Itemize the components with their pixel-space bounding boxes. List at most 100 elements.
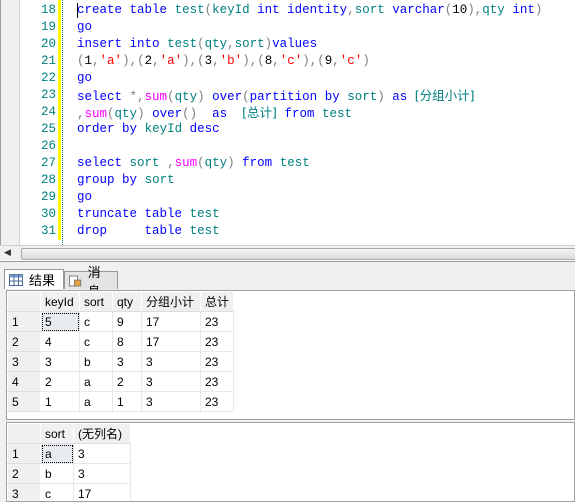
column-header[interactable]: (无列名) [74, 424, 131, 444]
code-token: table [145, 224, 183, 238]
table-cell[interactable]: c [41, 484, 74, 502]
table-cell[interactable]: 5 [41, 312, 80, 332]
code-text: select sort ,sum(qty) from test [77, 155, 310, 172]
table-cell[interactable]: 3 [74, 464, 131, 484]
column-header[interactable] [8, 424, 41, 444]
table-row[interactable]: 15c91723 [8, 312, 234, 332]
tab-results[interactable]: 结果 [4, 269, 64, 289]
table-cell[interactable]: 23 [201, 392, 234, 412]
line-number: 28 [21, 172, 56, 189]
code-token [227, 107, 242, 121]
table-cell[interactable]: 3 [41, 352, 80, 372]
code-token [160, 37, 168, 51]
code-token: into [130, 37, 160, 51]
code-token: *, [130, 90, 145, 104]
code-token: go [77, 20, 92, 34]
table-cell[interactable]: b [41, 464, 74, 484]
code-token: truncate [77, 207, 137, 221]
code-token: ), [467, 3, 482, 17]
text-caret [77, 3, 78, 18]
code-token: ) [197, 90, 205, 104]
code-token [122, 37, 130, 51]
table-cell[interactable]: 23 [201, 372, 234, 392]
table-cell[interactable]: a [80, 392, 113, 412]
scroll-left-icon[interactable]: ◀ [4, 247, 11, 258]
table-row[interactable]: 2b3 [8, 464, 131, 484]
code-token: sum [175, 156, 198, 170]
row-number[interactable]: 4 [8, 372, 41, 392]
table-cell[interactable]: 2 [41, 372, 80, 392]
code-token: 1 [85, 54, 93, 68]
table-cell[interactable]: 3 [142, 352, 201, 372]
table-cell[interactable]: 17 [74, 484, 131, 502]
table-cell[interactable]: 4 [41, 332, 80, 352]
code-token: ) [377, 90, 385, 104]
line-number: 31 [21, 223, 56, 240]
table-cell[interactable]: 23 [201, 312, 234, 332]
code-token [182, 207, 190, 221]
table-cell[interactable]: 23 [201, 332, 234, 352]
results-grid-2[interactable]: sort(无列名)1a32b33c17 [6, 422, 575, 502]
code-token: order [77, 122, 115, 136]
column-header[interactable] [8, 292, 41, 312]
table-cell[interactable]: c [80, 312, 113, 332]
table-cell[interactable]: 2 [113, 372, 142, 392]
column-header[interactable]: qty [113, 292, 142, 312]
code-token: sort [347, 90, 377, 104]
table-cell[interactable]: 3 [142, 392, 201, 412]
table-cell[interactable]: 8 [113, 332, 142, 352]
row-number[interactable]: 3 [8, 352, 41, 372]
table-cell[interactable]: a [80, 372, 113, 392]
table-cell[interactable]: 1 [113, 392, 142, 412]
code-token: ),( [182, 54, 205, 68]
table-row[interactable]: 33b3323 [8, 352, 234, 372]
table-cell[interactable]: 9 [113, 312, 142, 332]
results-grid-1[interactable]: keyIdsortqty分组小计总计15c9172324c8172333b332… [6, 290, 575, 420]
table-cell[interactable]: 3 [142, 372, 201, 392]
code-token: partition [250, 90, 318, 104]
column-header[interactable]: 总计 [201, 292, 234, 312]
code-text: order by keyId desc [77, 121, 220, 138]
code-token: qty [175, 90, 198, 104]
code-token: table [130, 3, 168, 17]
code-token: , [152, 54, 160, 68]
table-cell[interactable]: 3 [74, 444, 131, 464]
row-number[interactable]: 5 [8, 392, 41, 412]
table-cell[interactable]: 3 [113, 352, 142, 372]
tab-messages[interactable]: 消息 [64, 271, 118, 289]
table-cell[interactable]: 17 [142, 312, 201, 332]
code-token [145, 107, 153, 121]
row-number[interactable]: 2 [8, 464, 41, 484]
results-pane: 结果 消息 keyIdsortqty分组小计总计15c9172324c81723… [0, 261, 575, 502]
scrollbar-thumb[interactable] [21, 248, 575, 260]
column-header[interactable]: sort [41, 424, 74, 444]
code-text: create table test(keyId int identity,sor… [77, 2, 542, 19]
code-token: int [257, 3, 280, 17]
line-number: 19 [21, 19, 56, 36]
table-row[interactable]: 1a3 [8, 444, 131, 464]
horizontal-scrollbar[interactable]: ◀ [0, 245, 575, 260]
sql-editor[interactable]: 18create table test(keyId int identity,s… [0, 0, 575, 245]
table-cell[interactable]: 23 [201, 352, 234, 372]
table-cell[interactable]: c [80, 332, 113, 352]
table-row[interactable]: 24c81723 [8, 332, 234, 352]
code-token: , [272, 54, 280, 68]
column-header[interactable]: 分组小计 [142, 292, 201, 312]
table-cell[interactable]: 17 [142, 332, 201, 352]
row-number[interactable]: 3 [8, 484, 41, 502]
code-token: from [284, 107, 314, 121]
line-number: 23 [21, 87, 56, 104]
table-row[interactable]: 42a2323 [8, 372, 234, 392]
table-cell[interactable]: 1 [41, 392, 80, 412]
column-header[interactable]: keyId [41, 292, 80, 312]
table-row[interactable]: 3c17 [8, 484, 131, 502]
row-number[interactable]: 1 [8, 312, 41, 332]
code-token: by [122, 173, 137, 187]
table-cell[interactable]: b [80, 352, 113, 372]
row-number[interactable]: 1 [8, 444, 41, 464]
column-header[interactable]: sort [80, 292, 113, 312]
row-number[interactable]: 2 [8, 332, 41, 352]
table-cell[interactable]: a [41, 444, 74, 464]
code-token: by [122, 122, 137, 136]
table-row[interactable]: 51a1323 [8, 392, 234, 412]
